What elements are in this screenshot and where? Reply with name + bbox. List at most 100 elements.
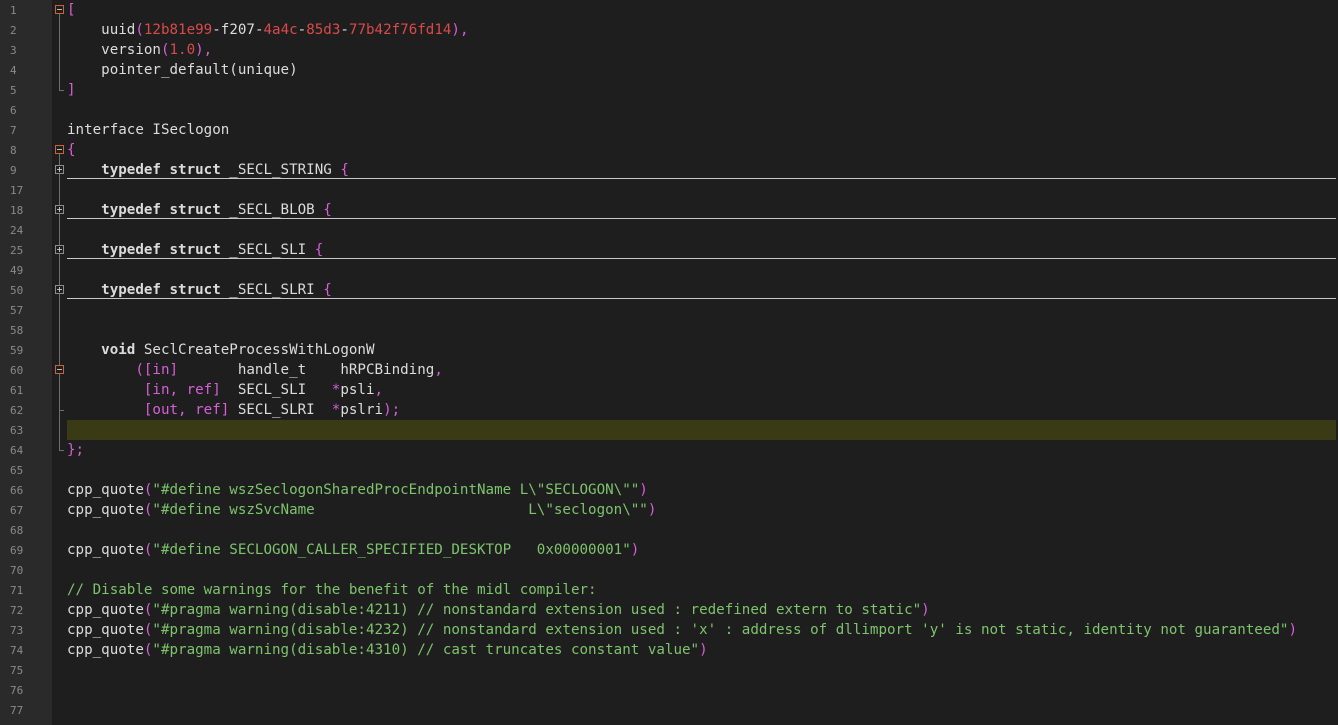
line-number: 17 [10,184,24,197]
code-token: ( [160,42,170,58]
code-token: _SECL_SLRI [220,282,324,298]
code-line[interactable]: 72 cpp_quote("#pragma warning(disable:421… [0,600,1338,620]
expand-fold-icon[interactable] [55,165,64,174]
code-line[interactable]: 24 [0,220,1338,240]
collapsed-fold-separator [67,298,1336,299]
code-token: ) [1288,622,1298,638]
line-number: 65 [10,464,24,477]
code-token: cpp_quote [67,622,144,638]
code-token: uuid [67,22,136,38]
code-token: ), [195,42,213,58]
code-token: SECL_SLI [220,382,332,398]
code-line[interactable]: 1[ [0,0,1338,20]
line-code: cpp_quote("#pragma warning(disable:4310)… [67,640,708,660]
code-token: "#define SECLOGON_CALLER_SPECIFIED_DESKT… [152,542,631,558]
code-line[interactable]: 49 [0,260,1338,280]
code-line[interactable]: 3 version(1.0), [0,40,1338,60]
code-token: -f207- [212,22,264,38]
code-token: "#pragma warning(disable:4232) // nonsta… [152,622,1289,638]
line-number: 57 [10,304,24,317]
line-number: 3 [10,44,17,57]
line-code: typedef struct _SECL_STRING { [67,160,349,180]
code-line[interactable]: 50 typedef struct _SECL_SLRI { [0,280,1338,300]
code-line[interactable]: 70 [0,560,1338,580]
code-line[interactable]: 60 ([in] handle_t hRPCBinding, [0,360,1338,380]
code-line[interactable]: 7 interface ISeclogon [0,120,1338,140]
code-line[interactable]: 65 [0,460,1338,480]
code-token: void [101,342,136,358]
code-line[interactable]: 59 void SeclCreateProcessWithLogonW [0,340,1338,360]
code-line[interactable]: 67 cpp_quote("#define wszSvcName L\"seclo… [0,500,1338,520]
code-line[interactable]: 66 cpp_quote("#define wszSeclogonSharedPr… [0,480,1338,500]
code-line[interactable]: 58 [0,320,1338,340]
line-code: [in, ref] SECL_SLI *psli, [67,380,383,400]
line-number: 70 [10,564,24,577]
code-line[interactable]: 69 cpp_quote("#define SECLOGON_CALLER_SPE… [0,540,1338,560]
code-line[interactable]: 5] [0,80,1338,100]
code-line[interactable]: 17 [0,180,1338,200]
line-number: 50 [10,284,24,297]
code-token: ) [699,642,708,658]
code-token: handle_t hRPCBinding [178,362,435,378]
code-line[interactable]: 75 [0,660,1338,680]
code-token: 4a4c [263,22,298,38]
code-token: cpp_quote [67,542,144,558]
code-line[interactable]: 68 [0,520,1338,540]
collapsed-fold-separator [67,258,1336,259]
code-line[interactable]: 6 [0,100,1338,120]
line-number: 18 [10,204,24,217]
code-line[interactable]: 61 [in, ref] SECL_SLI *psli, [0,380,1338,400]
collapse-fold-icon[interactable] [55,5,64,14]
line-number: 2 [10,24,17,37]
code-line[interactable]: 64}; [0,440,1338,460]
line-number: 77 [10,704,24,717]
code-token: { [67,142,76,158]
code-line[interactable]: 76 [0,680,1338,700]
line-number: 4 [10,64,17,77]
code-line[interactable]: 18 typedef struct _SECL_BLOB { [0,200,1338,220]
code-line[interactable]: 77 [0,700,1338,720]
line-number: 58 [10,324,24,337]
code-token: ( [135,22,144,38]
code-line[interactable]: 9 typedef struct _SECL_STRING { [0,160,1338,180]
code-line[interactable]: 73 cpp_quote("#pragma warning(disable:423… [0,620,1338,640]
code-token: { [323,202,332,218]
code-token: 85d3 [306,22,341,38]
line-number: 1 [10,4,17,17]
line-number: 69 [10,544,24,557]
line-number: 6 [10,104,17,117]
code-line[interactable]: 62 [out, ref] SECL_SLRI *pslri); [0,400,1338,420]
code-line[interactable]: 63 [0,420,1338,440]
line-code: typedef struct _SECL_SLRI { [67,280,332,300]
code-token: "#pragma warning(disable:4211) // nonsta… [152,602,922,618]
collapse-fold-icon[interactable] [55,145,64,154]
code-token: typedef struct [101,202,221,218]
code-token: pointer_default(unique) [67,62,298,78]
line-number: 73 [10,624,24,637]
code-token: , [434,362,443,378]
expand-fold-icon[interactable] [55,205,64,214]
code-token: cpp_quote [67,642,144,658]
code-line[interactable]: 2 uuid(12b81e99-f207-4a4c-85d3-77b42f76f… [0,20,1338,40]
expand-fold-icon[interactable] [55,285,64,294]
line-number: 66 [10,484,24,497]
code-editor[interactable]: 1[2 uuid(12b81e99-f207-4a4c-85d3-77b42f7… [0,0,1338,725]
collapse-fold-icon[interactable] [55,365,64,374]
code-line[interactable]: 4 pointer_default(unique) [0,60,1338,80]
code-token: ) [921,602,930,618]
line-code: cpp_quote("#pragma warning(disable:4211)… [67,600,930,620]
expand-fold-icon[interactable] [55,245,64,254]
line-number: 72 [10,604,24,617]
code-line[interactable]: 57 [0,300,1338,320]
code-line[interactable]: 74 cpp_quote("#pragma warning(disable:431… [0,640,1338,660]
code-line[interactable]: 8{ [0,140,1338,160]
line-code: cpp_quote("#define SECLOGON_CALLER_SPECI… [67,540,639,560]
code-line[interactable]: 25 typedef struct _SECL_SLI { [0,240,1338,260]
code-token: "#define wszSeclogonSharedProcEndpointNa… [152,482,640,498]
code-token: 1.0 [169,42,196,58]
code-line[interactable]: 71 // Disable some warnings for the benef… [0,580,1338,600]
